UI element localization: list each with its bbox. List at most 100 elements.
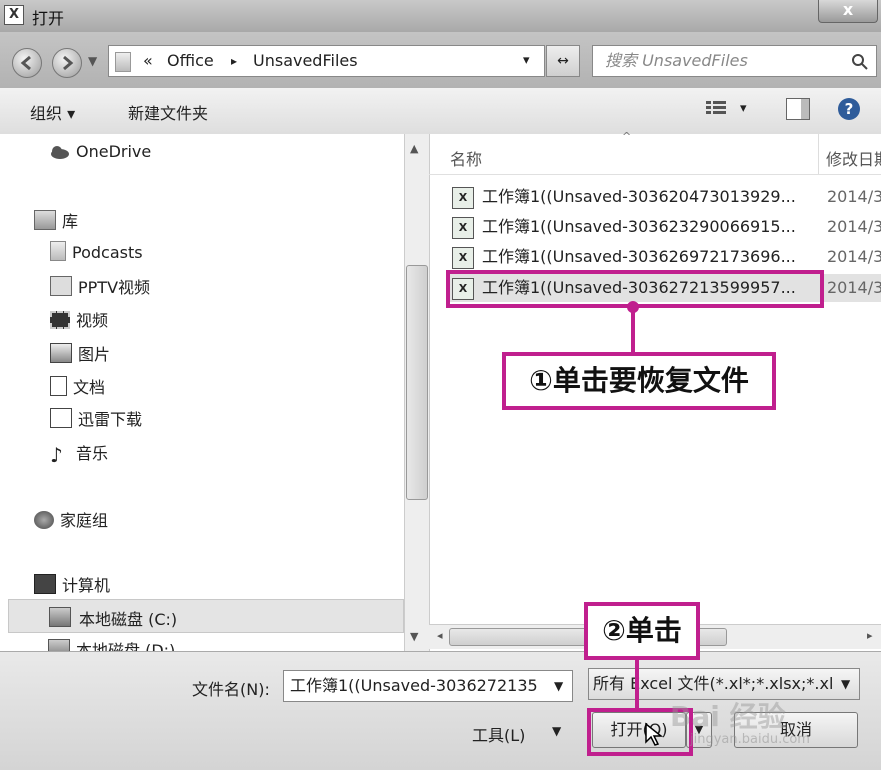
download-folder-icon — [50, 408, 72, 428]
scroll-right-icon[interactable]: ▸ — [867, 629, 873, 642]
scroll-left-icon[interactable]: ◂ — [437, 629, 443, 642]
nav-label: OneDrive — [76, 142, 152, 161]
address-bar[interactable]: « Office ▸ UnsavedFiles ▾ — [108, 45, 545, 77]
chevron-down-icon[interactable]: ▼ — [554, 671, 563, 701]
nav-computer[interactable]: 计算机 — [34, 572, 110, 596]
column-divider — [818, 134, 819, 174]
callout-leader-line — [631, 305, 635, 352]
picture-icon — [50, 343, 72, 363]
nav-label: PPTV视频 — [78, 278, 151, 297]
nav-label: Podcasts — [72, 243, 143, 262]
baidu-watermark-url: jingyan.baidu.com — [690, 732, 810, 747]
file-date: 2014/3 — [827, 278, 881, 297]
close-button[interactable]: x — [818, 0, 878, 23]
nav-music[interactable]: ♪ 音乐 — [50, 440, 109, 467]
arrow-left-icon — [20, 55, 31, 71]
music-note-icon: ♪ — [50, 443, 63, 467]
nav-pptv[interactable]: PPTV视频 — [50, 274, 150, 298]
file-row[interactable]: X 工作簿1((Unsaved-303626972173696... 2014/… — [448, 243, 881, 271]
nav-label: 家庭组 — [60, 511, 109, 530]
video-folder-icon — [50, 276, 72, 296]
breadcrumb-separator[interactable]: ▸ — [231, 46, 237, 76]
homegroup-icon — [34, 511, 54, 529]
search-placeholder: 搜索 UnsavedFiles — [605, 51, 748, 70]
nav-label: 视频 — [76, 311, 109, 330]
file-row[interactable]: X 工作簿1((Unsaved-303623290066915... 2014/… — [448, 213, 881, 241]
computer-icon — [34, 574, 56, 594]
view-dropdown-icon[interactable]: ▾ — [740, 101, 747, 116]
nav-thunder-downloads[interactable]: 迅雷下载 — [50, 406, 142, 430]
help-icon[interactable]: ? — [838, 98, 860, 120]
nav-label: 本地磁盘 (C:) — [79, 610, 178, 629]
search-input[interactable]: 搜索 UnsavedFiles — [592, 45, 877, 77]
preview-pane-icon[interactable] — [786, 98, 810, 120]
nav-documents[interactable]: 文档 — [50, 374, 105, 398]
nav-videos[interactable]: 视频 — [50, 307, 108, 331]
nav-pictures[interactable]: 图片 — [50, 341, 110, 365]
filename-value: 工作簿1((Unsaved-3036272135 — [290, 676, 538, 695]
document-icon — [50, 376, 67, 396]
nav-label: 本地磁盘 (D:) — [76, 641, 176, 651]
arrow-right-icon — [63, 55, 74, 71]
tools-dropdown-icon[interactable]: ▼ — [552, 724, 561, 738]
hard-drive-icon — [49, 607, 71, 627]
address-dropdown-icon[interactable]: ▾ — [523, 46, 530, 76]
nav-libraries[interactable]: 库 — [34, 208, 78, 232]
cloud-icon — [48, 144, 70, 162]
forward-button[interactable] — [52, 48, 82, 78]
navigation-pane: OneDrive 库 Podcasts PPTV视频 视频 图片 文档 迅雷下载… — [0, 134, 428, 651]
new-folder-button[interactable]: 新建文件夹 — [128, 100, 208, 124]
scrollbar-thumb[interactable] — [406, 265, 428, 500]
scroll-down-icon[interactable]: ▼ — [410, 630, 418, 643]
film-icon — [50, 311, 70, 329]
file-date: 2014/3 — [827, 247, 881, 266]
scroll-up-icon[interactable]: ▲ — [410, 142, 418, 155]
breadcrumb-unsavedfiles[interactable]: UnsavedFiles — [253, 46, 358, 76]
library-icon — [34, 210, 56, 230]
folder-icon — [115, 52, 131, 72]
chevron-down-icon[interactable]: ▼ — [841, 669, 850, 699]
file-date: 2014/3 — [827, 217, 881, 236]
breadcrumb-office[interactable]: Office — [167, 46, 214, 76]
file-name: 工作簿1((Unsaved-303620473013929... — [482, 187, 796, 206]
excel-file-icon: X — [452, 187, 474, 209]
refresh-button[interactable]: ↔ — [546, 45, 580, 77]
file-row[interactable]: X 工作簿1((Unsaved-303620473013929... 2014/… — [448, 183, 881, 211]
tools-menu[interactable]: 工具(L) — [472, 722, 525, 746]
file-date: 2014/3 — [827, 187, 881, 206]
nav-drive-c[interactable]: 本地磁盘 (C:) — [8, 599, 404, 633]
callout-leader-line — [635, 656, 639, 708]
folder-icon — [50, 241, 66, 261]
column-name[interactable]: 名称 — [450, 146, 482, 170]
nav-label: 图片 — [78, 345, 111, 364]
window-title: 打开 — [32, 9, 65, 28]
organize-menu[interactable]: 组织 ▾ — [30, 100, 75, 124]
search-icon[interactable] — [851, 53, 869, 71]
nav-label: 库 — [62, 212, 79, 231]
hard-drive-icon — [48, 639, 70, 651]
column-modified[interactable]: 修改日期 — [826, 146, 881, 170]
breadcrumb-overflow[interactable]: « — [143, 46, 153, 76]
sort-indicator-icon: ^ — [622, 130, 632, 143]
nav-onedrive[interactable]: OneDrive — [48, 142, 151, 162]
excel-file-icon: X — [452, 247, 474, 269]
filename-label: 文件名(N): — [192, 680, 270, 699]
file-name: 工作簿1((Unsaved-303623290066915... — [482, 217, 796, 236]
excel-file-icon: X — [452, 217, 474, 239]
nav-podcasts[interactable]: Podcasts — [50, 241, 143, 262]
nav-label: 计算机 — [62, 576, 111, 595]
step1-callout: ①单击要恢复文件 — [502, 352, 776, 410]
title-bar — [0, 0, 881, 32]
nav-label: 音乐 — [76, 444, 109, 463]
filename-input[interactable]: 工作簿1((Unsaved-3036272135 ▼ — [283, 670, 573, 702]
nav-label: 文档 — [73, 378, 106, 397]
nav-homegroup[interactable]: 家庭组 — [34, 507, 108, 531]
view-options-icon[interactable] — [706, 100, 728, 116]
column-header-row — [429, 134, 881, 175]
nav-label: 迅雷下载 — [78, 410, 143, 429]
step2-callout: ②单击 — [584, 602, 700, 660]
baidu-watermark: Bai 经验 — [670, 700, 786, 733]
back-button[interactable] — [12, 48, 42, 78]
nav-drive-d[interactable]: 本地磁盘 (D:) — [48, 637, 175, 651]
recent-locations-chevron-icon[interactable]: ▼ — [88, 54, 97, 68]
